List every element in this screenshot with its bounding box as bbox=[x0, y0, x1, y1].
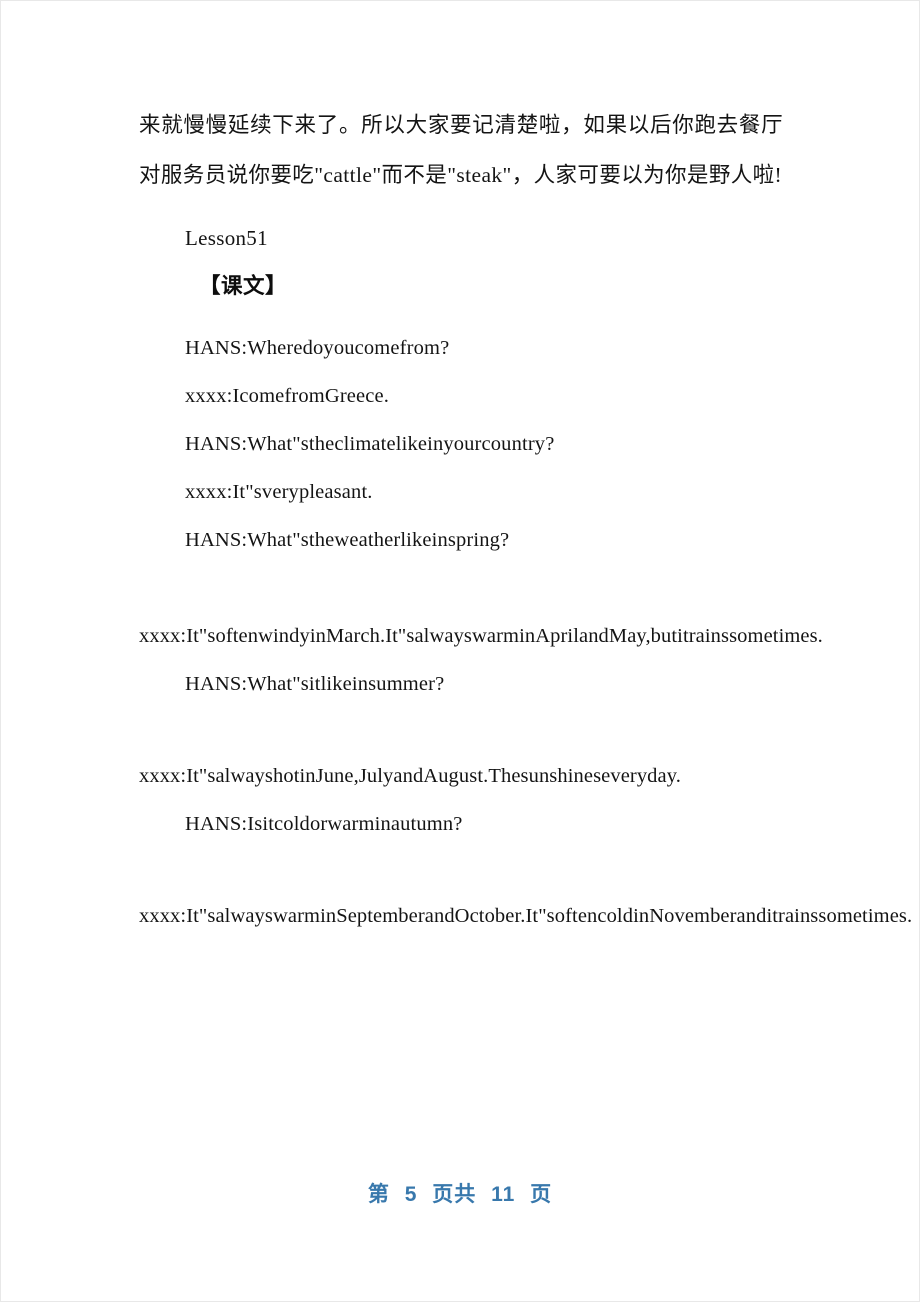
current-page-number: 5 bbox=[404, 1183, 418, 1206]
dialogue-line: HANS:What"sitlikeinsummer? bbox=[185, 673, 445, 695]
footer-suffix-label: 页 bbox=[530, 1183, 553, 1206]
dialogue-paragraph: xxxx:It"salwayshotinJune,JulyandAugust.T… bbox=[139, 765, 681, 787]
dialogue-line: HANS:Wheredoyoucomefrom? bbox=[185, 337, 450, 359]
total-page-number: 11 bbox=[491, 1183, 516, 1206]
page-footer: 第 5 页共 11 页 bbox=[0, 1178, 920, 1208]
dialogue-line: HANS:Isitcoldorwarminautumn? bbox=[185, 813, 463, 835]
page-number-indicator: 第 5 页共 11 页 bbox=[364, 1178, 556, 1208]
dialogue-line: xxxx:IcomefromGreece. bbox=[185, 385, 390, 407]
lesson-title: Lesson51 bbox=[185, 226, 268, 250]
footer-middle-label: 页共 bbox=[432, 1183, 477, 1206]
dialogue-line: HANS:What"stheclimatelikeinyourcountry? bbox=[185, 433, 555, 455]
chinese-body-paragraph: 来就慢慢延续下来了。所以大家要记清楚啦，如果以后你跑去餐厅对服务员说你要吃"ca… bbox=[139, 113, 783, 187]
document-page: 来就慢慢延续下来了。所以大家要记清楚啦，如果以后你跑去餐厅对服务员说你要吃"ca… bbox=[0, 0, 920, 1302]
dialogue-line: xxxx:It"sverypleasant. bbox=[185, 481, 373, 503]
dialogue-paragraph: xxxx:It"salwayswarminSeptemberandOctober… bbox=[139, 905, 913, 927]
dialogue-line: HANS:What"stheweatherlikeinspring? bbox=[185, 529, 510, 551]
footer-prefix-label: 第 bbox=[367, 1183, 390, 1206]
dialogue-paragraph: xxxx:It"softenwindyinMarch.It"salwayswar… bbox=[139, 625, 823, 647]
section-heading: 【课文】 bbox=[199, 274, 288, 298]
document-content: 来就慢慢延续下来了。所以大家要记清楚啦，如果以后你跑去餐厅对服务员说你要吃"ca… bbox=[139, 100, 913, 940]
